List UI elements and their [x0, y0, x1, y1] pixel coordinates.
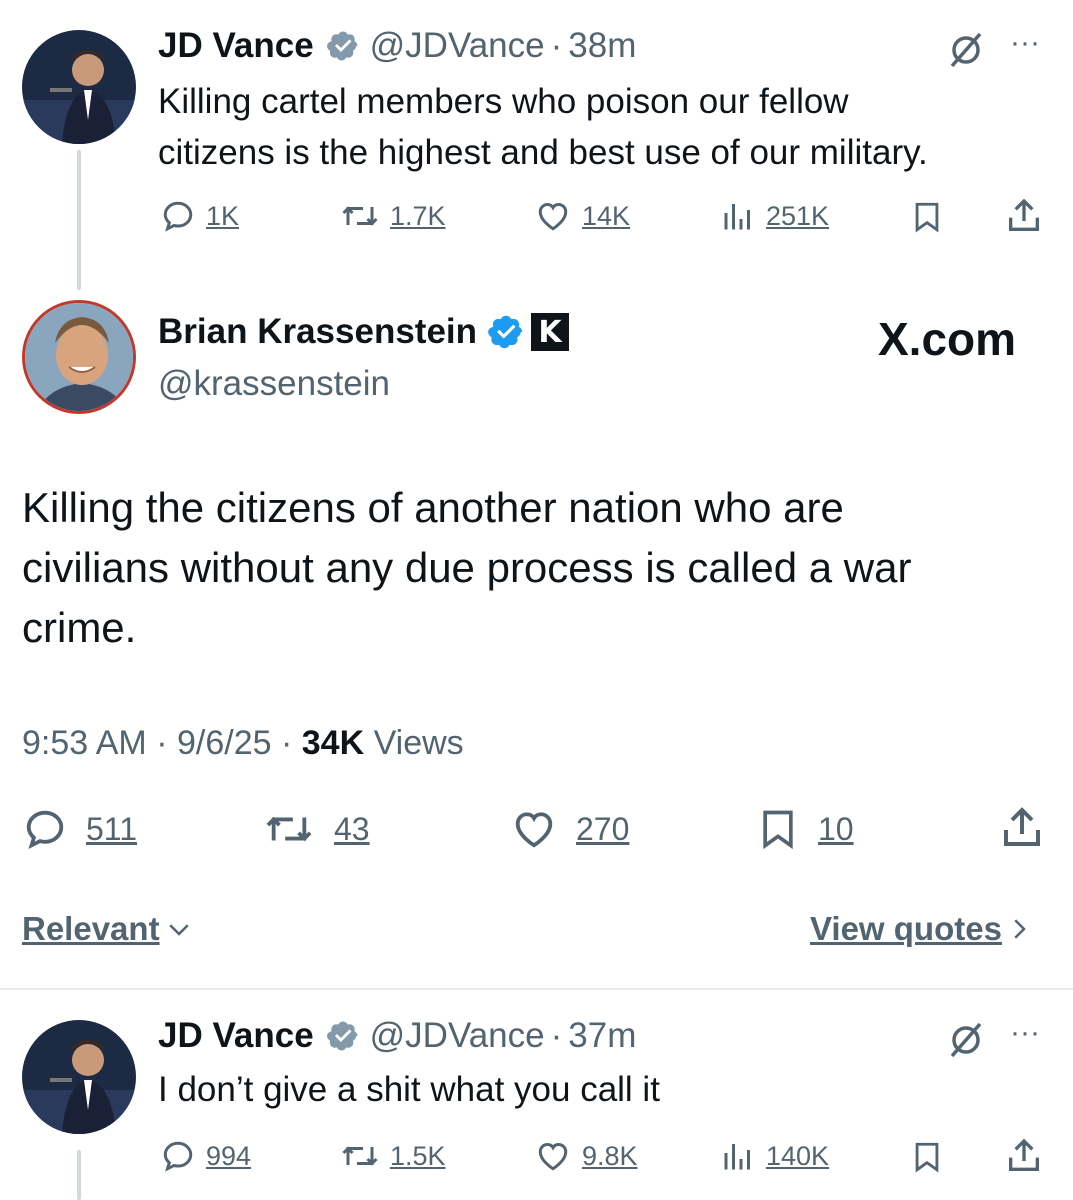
- tweet-text: I don’t give a shit what you call it: [158, 1064, 660, 1115]
- avatar[interactable]: [22, 30, 136, 144]
- share-icon[interactable]: [1004, 1136, 1044, 1181]
- tweet-text-line: civilians without any due process is cal…: [22, 544, 912, 591]
- main-tweet-text: Killing the citizens of another nation w…: [22, 478, 911, 658]
- sort-label: Relevant: [22, 910, 160, 947]
- verified-badge-icon: [326, 29, 360, 63]
- repost-icon: [342, 206, 378, 226]
- reply-button[interactable]: 1K: [160, 198, 239, 234]
- chevron-down-icon: [168, 924, 189, 936]
- sort-dropdown[interactable]: Relevant: [22, 910, 194, 948]
- tweet-meta: 9:53 AM · 9/6/25 · 34K Views: [22, 724, 464, 763]
- repost-count: 1.7K: [390, 200, 446, 231]
- views-icon: [724, 1144, 750, 1170]
- like-count: 9.8K: [582, 1140, 638, 1171]
- separator-dot: ·: [156, 724, 168, 762]
- author-name[interactable]: Brian Krassenstein: [158, 312, 477, 352]
- tweet-text-line: citizens is the highest and best use of …: [158, 133, 928, 172]
- like-icon: [538, 1142, 568, 1171]
- reply-count: 994: [206, 1140, 252, 1171]
- tweet-header: JD Vance @JDVance · 37m: [158, 1016, 636, 1056]
- repost-button[interactable]: 1.5K: [340, 1138, 446, 1174]
- views-label: Views: [373, 724, 464, 762]
- author-name[interactable]: JD Vance: [158, 1016, 314, 1056]
- bookmark-button[interactable]: 10: [756, 804, 854, 854]
- bookmark-icon: [763, 810, 793, 850]
- separator-dot: ·: [550, 1016, 563, 1055]
- share-icon[interactable]: [1004, 196, 1044, 241]
- like-icon: [515, 812, 553, 848]
- like-button[interactable]: 14K: [534, 198, 630, 234]
- separator-dot: ·: [280, 724, 293, 762]
- like-count: 270: [576, 810, 630, 847]
- bookmark-count: 10: [818, 810, 854, 847]
- repost-count: 1.5K: [390, 1140, 446, 1171]
- more-icon[interactable]: ···: [1010, 26, 1040, 60]
- verified-badge-icon: [487, 313, 525, 351]
- repost-button[interactable]: 1.7K: [340, 198, 446, 234]
- tweet-text-line: I don’t give a shit what you call it: [158, 1070, 660, 1109]
- view-quotes-link[interactable]: View quotes: [810, 910, 1034, 948]
- views-count: 251K: [766, 200, 830, 231]
- reply-count: 511: [86, 810, 138, 847]
- separator-dot: ·: [550, 26, 563, 65]
- post-time[interactable]: 9:53 AM: [22, 724, 147, 762]
- tweet-header: JD Vance @JDVance · 38m: [158, 26, 636, 66]
- section-divider: [0, 988, 1073, 990]
- brand-watermark: X.com: [878, 313, 1017, 365]
- author-handle[interactable]: @JDVance: [370, 1016, 545, 1056]
- tweet-text: Killing cartel members who poison our fe…: [158, 76, 928, 178]
- timestamp[interactable]: 37m: [568, 1016, 636, 1056]
- thread-line: [77, 150, 81, 290]
- timestamp[interactable]: 38m: [568, 26, 636, 66]
- share-icon[interactable]: [998, 804, 1046, 857]
- chevron-right-icon: [1014, 919, 1026, 939]
- reply-icon: [163, 201, 193, 232]
- like-count: 14K: [582, 200, 631, 231]
- views-icon: [724, 204, 750, 230]
- post-date[interactable]: 9/6/25: [177, 724, 272, 762]
- avatar[interactable]: [22, 300, 136, 414]
- views-button[interactable]: 140K: [720, 1138, 829, 1174]
- reply-icon: [26, 810, 64, 849]
- author-handle[interactable]: @JDVance: [370, 26, 545, 66]
- views-count: 140K: [766, 1140, 830, 1171]
- repost-count: 43: [334, 810, 370, 847]
- reply-count: 1K: [206, 200, 240, 231]
- like-icon: [538, 202, 568, 231]
- repost-icon: [266, 816, 312, 842]
- thread-line: [77, 1150, 81, 1200]
- repost-icon: [342, 1146, 378, 1166]
- grok-icon[interactable]: [946, 30, 986, 75]
- author-name[interactable]: JD Vance: [158, 26, 314, 66]
- grok-icon[interactable]: [946, 1020, 986, 1065]
- tweet-text-line: Killing the citizens of another nation w…: [22, 484, 844, 531]
- view-quotes-label: View quotes: [810, 910, 1002, 947]
- reply-button[interactable]: 994: [160, 1138, 251, 1174]
- more-icon[interactable]: ···: [1010, 1016, 1040, 1050]
- views-count: 34K: [301, 724, 365, 762]
- main-author-row: Brian Krassenstein K: [158, 312, 570, 352]
- like-button[interactable]: 270: [510, 806, 629, 852]
- repost-button[interactable]: 43: [262, 806, 370, 852]
- views-button[interactable]: 251K: [720, 198, 829, 234]
- reply-icon: [163, 1141, 193, 1172]
- bookmark-icon[interactable]: [910, 1138, 944, 1181]
- reply-button[interactable]: 511: [22, 806, 137, 852]
- like-button[interactable]: 9.8K: [534, 1138, 638, 1174]
- affiliate-badge[interactable]: K: [531, 313, 570, 351]
- author-handle[interactable]: @krassenstein: [158, 364, 390, 404]
- bookmark-icon[interactable]: [910, 198, 944, 241]
- verified-badge-icon: [326, 1019, 360, 1053]
- tweet-text-line: crime.: [22, 604, 137, 651]
- tweet-text-line: Killing cartel members who poison our fe…: [158, 82, 849, 121]
- avatar[interactable]: [22, 1020, 136, 1134]
